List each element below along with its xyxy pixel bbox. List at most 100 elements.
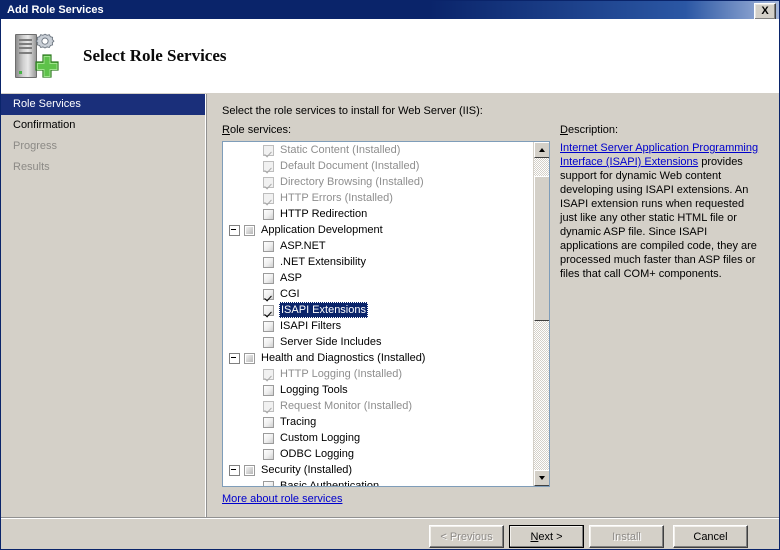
tree-row[interactable]: Basic Authentication xyxy=(223,478,534,486)
tree-row-label: ODBC Logging xyxy=(280,448,354,460)
tree-row[interactable]: CGI xyxy=(223,286,534,302)
partial-check-icon[interactable] xyxy=(244,224,255,236)
checkbox-icon[interactable] xyxy=(263,416,274,428)
previous-button: < Previous xyxy=(429,525,504,548)
more-about-role-services-link[interactable]: More about role services xyxy=(222,493,342,505)
sidebar-item-label: Progress xyxy=(13,140,58,152)
tree-row[interactable]: Directory Browsing (Installed) xyxy=(223,174,534,190)
checkbox-icon xyxy=(263,144,274,156)
collapse-icon[interactable] xyxy=(229,224,240,236)
collapse-icon[interactable] xyxy=(229,352,240,364)
role-services-tree[interactable]: Static Content (Installed) Default Docume… xyxy=(222,141,550,487)
tree-row[interactable]: HTTP Redirection xyxy=(223,206,534,222)
tree-row-label: .NET Extensibility xyxy=(280,256,366,268)
checkbox-icon[interactable] xyxy=(263,240,274,252)
tree-row-label: Application Development xyxy=(261,224,383,236)
next-button-label: Next > xyxy=(530,530,563,543)
tree-row[interactable]: Security (Installed) xyxy=(223,462,534,478)
checkbox-icon[interactable] xyxy=(263,256,274,268)
instruction-text: Select the role services to install for … xyxy=(222,105,483,117)
tree-row-label: Logging Tools xyxy=(280,384,348,396)
tree-row[interactable]: .NET Extensibility xyxy=(223,254,534,270)
collapse-icon[interactable] xyxy=(229,464,240,476)
sidebar-item-progress: Progress xyxy=(1,136,205,157)
checkbox-icon[interactable] xyxy=(263,208,274,220)
checkbox-icon[interactable] xyxy=(263,448,274,460)
description-panel: Internet Server Application Programming … xyxy=(560,141,764,281)
tree-row[interactable]: ODBC Logging xyxy=(223,446,534,462)
close-icon[interactable]: X xyxy=(754,3,776,20)
tree-row[interactable]: Default Document (Installed) xyxy=(223,158,534,174)
sidebar-item-role-services[interactable]: Role Services xyxy=(1,94,205,115)
tree-row-label: Request Monitor (Installed) xyxy=(280,400,413,412)
checkbox-icon xyxy=(263,176,274,188)
tree-row[interactable]: ISAPI Extensions xyxy=(223,302,534,318)
next-button[interactable]: Next > xyxy=(509,525,584,548)
sidebar-item-confirmation[interactable]: Confirmation xyxy=(1,115,205,136)
tree-row[interactable]: Tracing xyxy=(223,414,534,430)
checkbox-icon[interactable] xyxy=(263,432,274,444)
tree-row[interactable]: Health and Diagnostics (Installed) xyxy=(223,350,534,366)
install-button: Install xyxy=(589,525,664,548)
tree-row[interactable]: Logging Tools xyxy=(223,382,534,398)
checkbox-icon[interactable] xyxy=(263,272,274,284)
tree-row[interactable]: ISAPI Filters xyxy=(223,318,534,334)
tree-row-label: ISAPI Filters xyxy=(280,320,342,332)
tree-row-label: HTTP Logging (Installed) xyxy=(280,368,403,380)
tree-row-label: CGI xyxy=(280,288,300,300)
tree-row-label: Directory Browsing (Installed) xyxy=(280,176,424,188)
scrollbar-thumb[interactable] xyxy=(534,176,549,321)
tree-row-label: HTTP Errors (Installed) xyxy=(280,192,393,204)
tree-row-label: HTTP Redirection xyxy=(280,208,368,220)
tree-row[interactable]: Static Content (Installed) xyxy=(223,142,534,158)
button-bar: < Previous Next > Install Cancel xyxy=(1,519,779,549)
page-title: Select Role Services xyxy=(83,46,227,65)
tree-row-label: ASP.NET xyxy=(280,240,326,252)
scroll-down-icon[interactable] xyxy=(534,470,549,486)
tree-row[interactable]: Application Development xyxy=(223,222,534,238)
sidebar-item-label: Confirmation xyxy=(13,119,76,131)
checkbox-icon[interactable] xyxy=(263,384,274,396)
tree-row[interactable]: Request Monitor (Installed) xyxy=(223,398,534,414)
scroll-up-icon[interactable] xyxy=(534,142,549,158)
checkbox-icon xyxy=(263,368,274,380)
checkbox-icon[interactable] xyxy=(263,288,274,300)
tree-row[interactable]: HTTP Errors (Installed) xyxy=(223,190,534,206)
checkbox-icon[interactable] xyxy=(263,304,274,316)
server-add-icon xyxy=(11,30,67,82)
tree-row-label: Security (Installed) xyxy=(261,464,353,476)
tree-row-label: Static Content (Installed) xyxy=(280,144,401,156)
checkbox-icon[interactable] xyxy=(263,336,274,348)
window-title: Add Role Services xyxy=(7,4,104,16)
tree-row-label: Server Side Includes xyxy=(280,336,382,348)
add-role-services-dialog: Add Role Services X Select Role Services xyxy=(0,0,780,550)
partial-check-icon[interactable] xyxy=(244,352,255,364)
tree-row[interactable]: Custom Logging xyxy=(223,430,534,446)
checkbox-icon[interactable] xyxy=(263,320,274,332)
checkbox-icon[interactable] xyxy=(263,480,274,486)
title-bar: Add Role Services X xyxy=(1,1,779,20)
description-label: Description: xyxy=(560,124,619,136)
tree-row-label: Health and Diagnostics (Installed) xyxy=(261,352,426,364)
partial-check-icon[interactable] xyxy=(244,464,255,476)
tree-row-label: Tracing xyxy=(280,416,317,428)
description-body: provides support for dynamic Web content… xyxy=(560,156,757,280)
tree-row[interactable]: HTTP Logging (Installed) xyxy=(223,366,534,382)
tree-row-label: ISAPI Extensions xyxy=(279,302,368,318)
tree-scrollbar[interactable] xyxy=(533,142,549,486)
tree-row[interactable]: ASP.NET xyxy=(223,238,534,254)
tree-row[interactable]: Server Side Includes xyxy=(223,334,534,350)
role-services-label: Role services: xyxy=(222,124,292,136)
tree-row[interactable]: ASP xyxy=(223,270,534,286)
cancel-button[interactable]: Cancel xyxy=(673,525,748,548)
